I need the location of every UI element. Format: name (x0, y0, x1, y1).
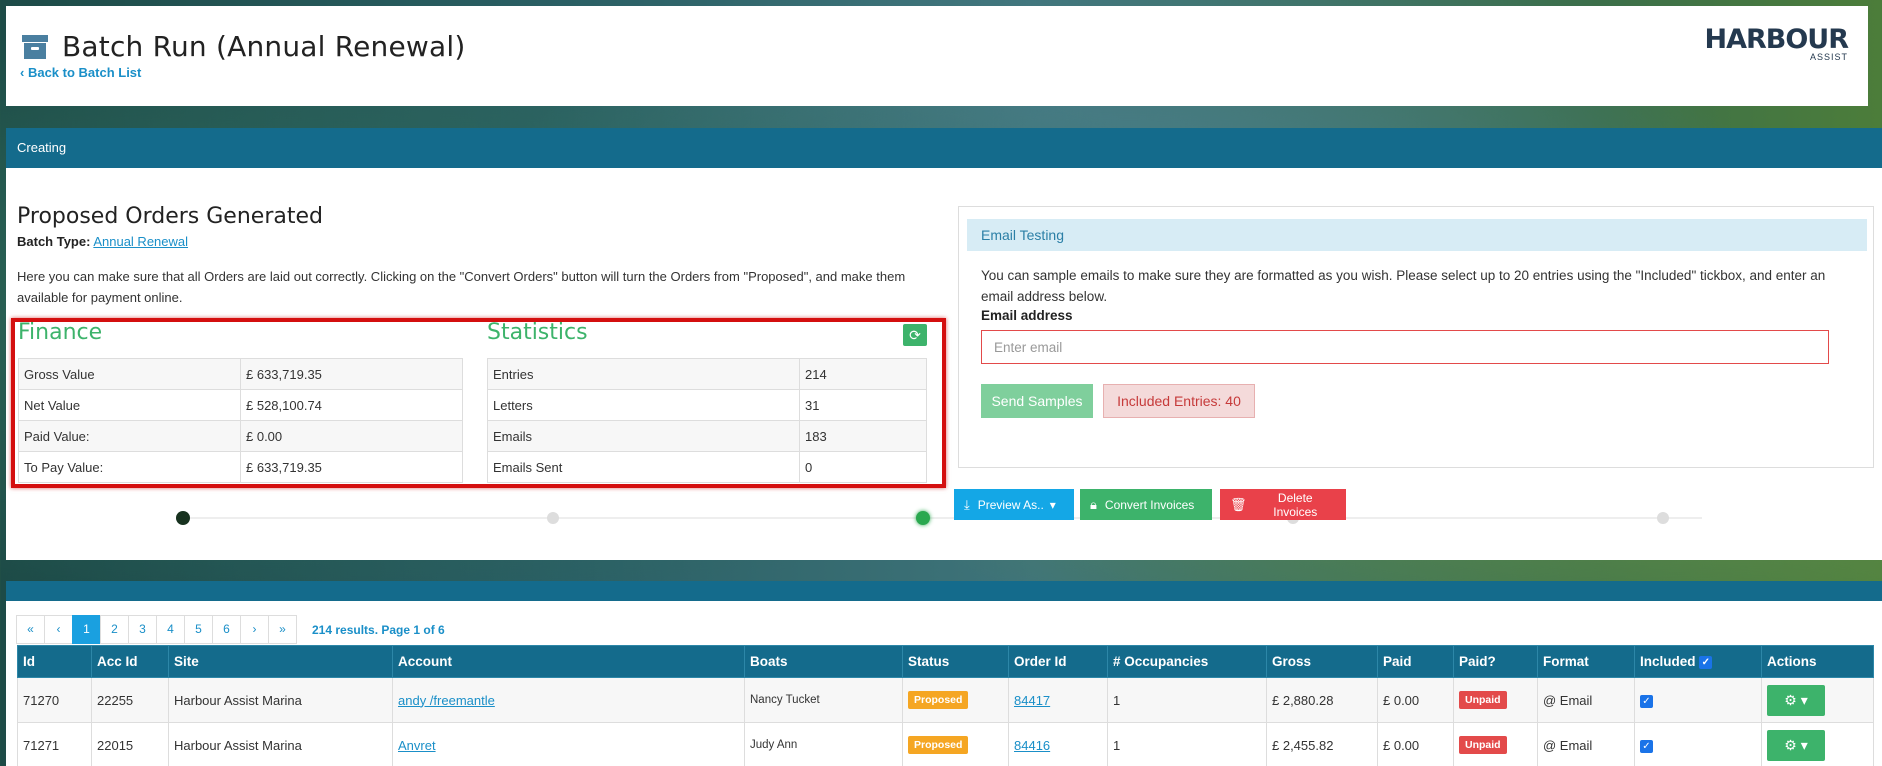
finance-table: Gross Value £ 633,719.35 Net Value £ 528,1… (18, 358, 463, 483)
gear-icon: ⚙ (1784, 736, 1797, 753)
gear-icon: ⚙ (1784, 691, 1797, 708)
col-site[interactable]: Site (168, 645, 393, 678)
page-2[interactable]: 2 (100, 615, 129, 644)
order-id-link[interactable]: 84417 (1014, 693, 1050, 708)
email-address-label: Email address (981, 308, 1073, 323)
batch-panel: Creating Proposed Orders Generated Batch… (6, 128, 1882, 560)
lock-icon: 🔒︎ (1090, 496, 1097, 512)
statistics-table: Entries 214 Letters 31 Emails 183 Emails Se… (487, 358, 927, 483)
status-badge: Proposed (908, 736, 969, 754)
statistics-title: Statistics (487, 320, 588, 345)
progress-step-2 (547, 512, 559, 524)
col-included[interactable]: Included ✓ (1634, 645, 1762, 678)
col-id[interactable]: Id (17, 645, 92, 678)
col-paid[interactable]: Paid (1377, 645, 1454, 678)
delete-invoices-button[interactable]: 🗑︎ Delete Invoices (1220, 489, 1346, 520)
convert-invoices-button[interactable]: 🔒︎ Convert Invoices (1080, 489, 1212, 520)
back-to-batch-list-link[interactable]: ‹ Back to Batch List (20, 65, 141, 80)
download-icon: ⤓ (964, 496, 970, 512)
refresh-button[interactable]: ⟳ (903, 324, 927, 346)
status-badge: Proposed (908, 691, 969, 709)
checkbox-icon[interactable]: ✓ (1699, 655, 1713, 669)
col-occupancies[interactable]: # Occupancies (1107, 645, 1267, 678)
col-actions: Actions (1761, 645, 1874, 678)
progress-track (182, 517, 1702, 519)
col-boats[interactable]: Boats (744, 645, 903, 678)
chevron-left-icon: ‹ (20, 65, 28, 80)
batch-type-link[interactable]: Annual Renewal (93, 234, 188, 249)
email-testing-title: Email Testing (967, 219, 1867, 251)
send-samples-button[interactable]: Send Samples (981, 384, 1093, 418)
pagination: « ‹ 1 2 3 4 5 6 › » (16, 615, 297, 644)
caret-down-icon: ▾ (1049, 497, 1056, 512)
order-id-link[interactable]: 84416 (1014, 738, 1050, 753)
page-title: Batch Run (Annual Renewal) (62, 30, 466, 63)
finance-title: Finance (18, 320, 103, 345)
included-checkbox[interactable]: ✓ (1640, 739, 1653, 753)
statistics-row: Entries 214 (487, 358, 927, 390)
status-bar: Creating (6, 128, 1882, 168)
progress-step-5 (1657, 512, 1669, 524)
col-status[interactable]: Status (902, 645, 1009, 678)
orders-panel-bar (6, 581, 1882, 601)
col-acc-id[interactable]: Acc Id (91, 645, 169, 678)
paid-status-badge: Unpaid (1459, 736, 1507, 754)
refresh-icon: ⟳ (909, 327, 921, 343)
preview-as-button[interactable]: ⤓ Preview As.. ▾ (954, 489, 1074, 520)
page-6[interactable]: 6 (212, 615, 241, 644)
orders-table: Id Acc Id Site Account Boats Status Orde… (17, 645, 1874, 766)
email-testing-panel: Email Testing You can sample emails to m… (958, 206, 1874, 468)
paid-status-badge: Unpaid (1459, 691, 1507, 709)
page-5[interactable]: 5 (184, 615, 213, 644)
caret-down-icon: ▾ (1800, 736, 1808, 753)
page-prev[interactable]: ‹ (44, 615, 73, 644)
email-input[interactable] (981, 330, 1829, 364)
finance-row: Net Value £ 528,100.74 (18, 389, 463, 421)
orders-panel: « ‹ 1 2 3 4 5 6 › » 214 results. Page 1 … (6, 581, 1882, 766)
finance-row: To Pay Value: £ 633,719.35 (18, 451, 463, 483)
page-3[interactable]: 3 (128, 615, 157, 644)
page-header: Batch Run (Annual Renewal) ‹ Back to Bat… (6, 6, 1868, 106)
page-4[interactable]: 4 (156, 615, 185, 644)
row-actions-button[interactable]: ⚙ ▾ (1767, 684, 1825, 716)
page-first[interactable]: « (16, 615, 45, 644)
intro-text: Here you can make sure that all Orders a… (17, 269, 906, 305)
statistics-row: Emails Sent 0 (487, 451, 927, 483)
statistics-row: Emails 183 (487, 420, 927, 452)
col-gross[interactable]: Gross (1266, 645, 1378, 678)
batch-type: Batch Type: Annual Renewal (17, 234, 189, 249)
section-title: Proposed Orders Generated (17, 204, 323, 229)
orders-header-row: Id Acc Id Site Account Boats Status Orde… (17, 645, 1874, 678)
col-account[interactable]: Account (392, 645, 745, 678)
caret-down-icon: ▾ (1800, 691, 1808, 708)
archive-icon (22, 34, 48, 59)
col-paid-status[interactable]: Paid? (1453, 645, 1538, 678)
included-entries-badge: Included Entries: 40 (1103, 384, 1255, 418)
page-last[interactable]: » (268, 615, 297, 644)
table-row: 71270 22255 Harbour Assist Marina andy /… (17, 677, 1874, 723)
col-format[interactable]: Format (1537, 645, 1635, 678)
account-link[interactable]: Anvret (398, 738, 436, 753)
page-title-group: Batch Run (Annual Renewal) (22, 30, 466, 63)
account-link[interactable]: andy /freemantle (398, 693, 495, 708)
page-1[interactable]: 1 (72, 615, 101, 644)
col-order-id[interactable]: Order Id (1008, 645, 1108, 678)
finance-row: Gross Value £ 633,719.35 (18, 358, 463, 390)
progress-step-3 (916, 511, 930, 525)
page-next[interactable]: › (240, 615, 269, 644)
row-actions-button[interactable]: ⚙ ▾ (1767, 729, 1825, 761)
trash-icon: 🗑︎ (1230, 496, 1247, 512)
included-checkbox[interactable]: ✓ (1640, 694, 1653, 708)
results-count: 214 results. Page 1 of 6 (312, 623, 445, 637)
progress-step-1 (176, 511, 190, 525)
finance-row: Paid Value: £ 0.00 (18, 420, 463, 452)
statistics-row: Letters 31 (487, 389, 927, 421)
harbour-assist-logo: HARBOUR ASSIST (1704, 24, 1849, 62)
email-testing-description: You can sample emails to make sure they … (981, 268, 1826, 304)
table-row: 71271 22015 Harbour Assist Marina Anvret… (17, 722, 1874, 766)
